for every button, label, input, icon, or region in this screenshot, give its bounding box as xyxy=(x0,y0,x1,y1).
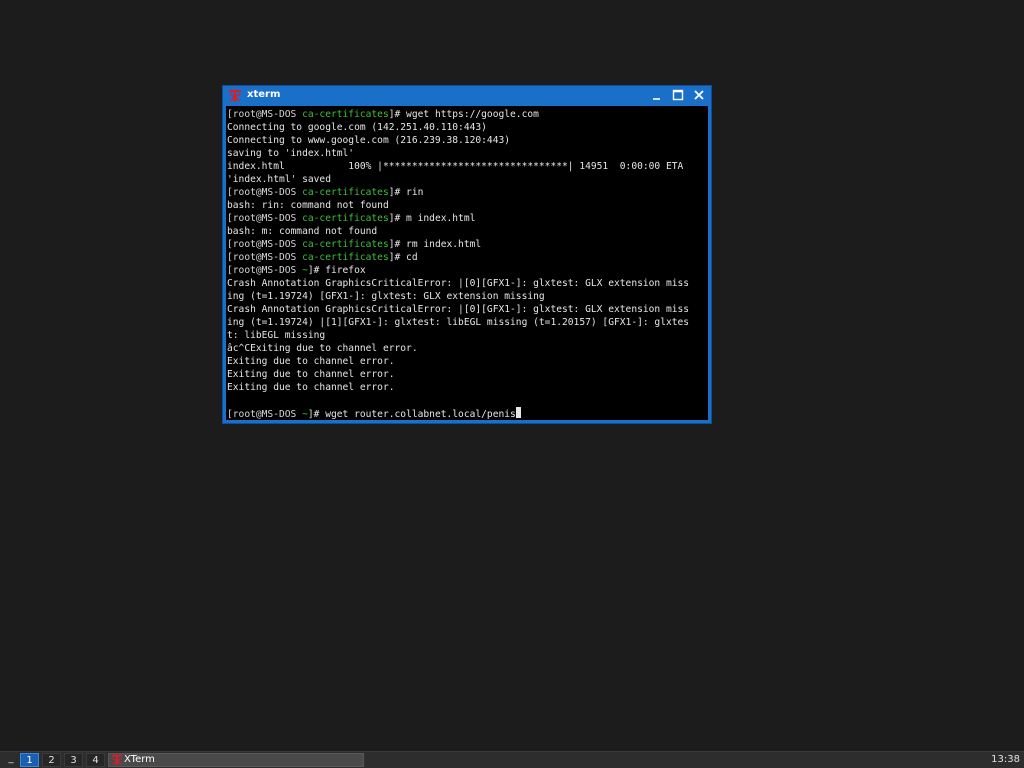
prompt-command: ]# rm index.html xyxy=(388,239,482,250)
prompt-user-host: [root@MS-DOS xyxy=(227,265,303,276)
prompt-user-host: [root@MS-DOS xyxy=(227,252,303,263)
prompt-command: ]# wget https://google.com xyxy=(388,109,539,120)
output-line: Crash Annotation GraphicsCriticalError: … xyxy=(227,278,690,289)
output-line: ing (t=1.19724) |[1][GFX1-]: glxtest: li… xyxy=(227,317,690,328)
close-icon xyxy=(694,90,704,100)
output-line: t: libEGL missing xyxy=(227,330,326,341)
prompt-directory: ca-certificates xyxy=(302,239,389,250)
output-line: Exiting due to channel error. xyxy=(227,382,395,393)
prompt-directory: ca-certificates xyxy=(302,109,389,120)
output-line: Exiting due to channel error. xyxy=(227,356,395,367)
output-line: Connecting to google.com (142.251.40.110… xyxy=(227,122,487,133)
prompt-command: ]# wget router.collabnet.local/penis xyxy=(307,409,516,420)
taskbar-item-xterm[interactable]: XTerm xyxy=(108,753,364,767)
maximize-icon xyxy=(672,89,684,101)
clock: 13:38 xyxy=(991,754,1020,765)
xterm-icon xyxy=(228,88,242,102)
output-line: ing (t=1.19724) [GFX1-]: glxtest: GLX ex… xyxy=(227,291,545,302)
prompt-user-host: [root@MS-DOS xyxy=(227,109,303,120)
xterm-window[interactable]: xterm [root@MS-DOS ca-certificates]# wge… xyxy=(222,85,712,424)
prompt-user-host: [root@MS-DOS xyxy=(227,213,303,224)
title-bar[interactable]: xterm xyxy=(223,86,711,105)
xterm-icon xyxy=(111,754,123,766)
prompt-user-host: [root@MS-DOS xyxy=(227,187,303,198)
maximize-button[interactable] xyxy=(671,88,685,102)
window-title: xterm xyxy=(247,89,281,100)
desktop-switch-1[interactable]: 1 xyxy=(20,753,39,767)
prompt-line: [root@MS-DOS ca-certificates]# m index.h… xyxy=(227,212,708,225)
output-line: Exiting due to channel error. xyxy=(227,369,395,380)
prompt-line: [root@MS-DOS ~]# wget router.collabnet.l… xyxy=(227,407,708,420)
output-line: saving to 'index.html' xyxy=(227,148,355,159)
prompt-command: ]# m index.html xyxy=(388,213,476,224)
show-desktop-button[interactable]: _ xyxy=(4,752,18,768)
desktop-switch-4[interactable]: 4 xyxy=(86,753,105,767)
output-line: âc^CExiting due to channel error. xyxy=(227,343,418,354)
output-line: Crash Annotation GraphicsCriticalError: … xyxy=(227,304,690,315)
taskbar-item-label: XTerm xyxy=(124,754,155,765)
prompt-user-host: [root@MS-DOS xyxy=(227,239,303,250)
prompt-directory: ca-certificates xyxy=(302,213,389,224)
terminal-output[interactable]: [root@MS-DOS ca-certificates]# wget http… xyxy=(226,106,708,420)
output-line: Connecting to www.google.com (216.239.38… xyxy=(227,135,511,146)
prompt-directory: ca-certificates xyxy=(302,252,389,263)
desktop-switch-2[interactable]: 2 xyxy=(42,753,61,767)
desktop-switch-3[interactable]: 3 xyxy=(64,753,83,767)
text-cursor xyxy=(515,407,521,418)
prompt-line: [root@MS-DOS ca-certificates]# cd xyxy=(227,251,708,264)
prompt-command: ]# rin xyxy=(388,187,424,198)
output-line: bash: rin: command not found xyxy=(227,200,389,211)
output-line: index.html 100% |***********************… xyxy=(227,161,684,172)
prompt-line: [root@MS-DOS ca-certificates]# wget http… xyxy=(227,108,708,121)
close-button[interactable] xyxy=(692,88,706,102)
prompt-user-host: [root@MS-DOS xyxy=(227,409,303,420)
minimize-button[interactable] xyxy=(650,88,664,102)
prompt-command: ]# cd xyxy=(388,252,418,263)
prompt-command: ]# firefox xyxy=(307,265,366,276)
prompt-line: [root@MS-DOS ca-certificates]# rm index.… xyxy=(227,238,708,251)
prompt-directory: ca-certificates xyxy=(302,187,389,198)
output-line: bash: m: command not found xyxy=(227,226,378,237)
taskbar: _ 1 2 3 4 XTerm 13:38 xyxy=(0,751,1024,768)
output-line: 'index.html' saved xyxy=(227,174,331,185)
prompt-line: [root@MS-DOS ~]# firefox xyxy=(227,264,708,277)
desktop: xterm [root@MS-DOS ca-certificates]# wge… xyxy=(0,0,1024,768)
minimize-icon xyxy=(653,98,660,100)
prompt-line: [root@MS-DOS ca-certificates]# rin xyxy=(227,186,708,199)
